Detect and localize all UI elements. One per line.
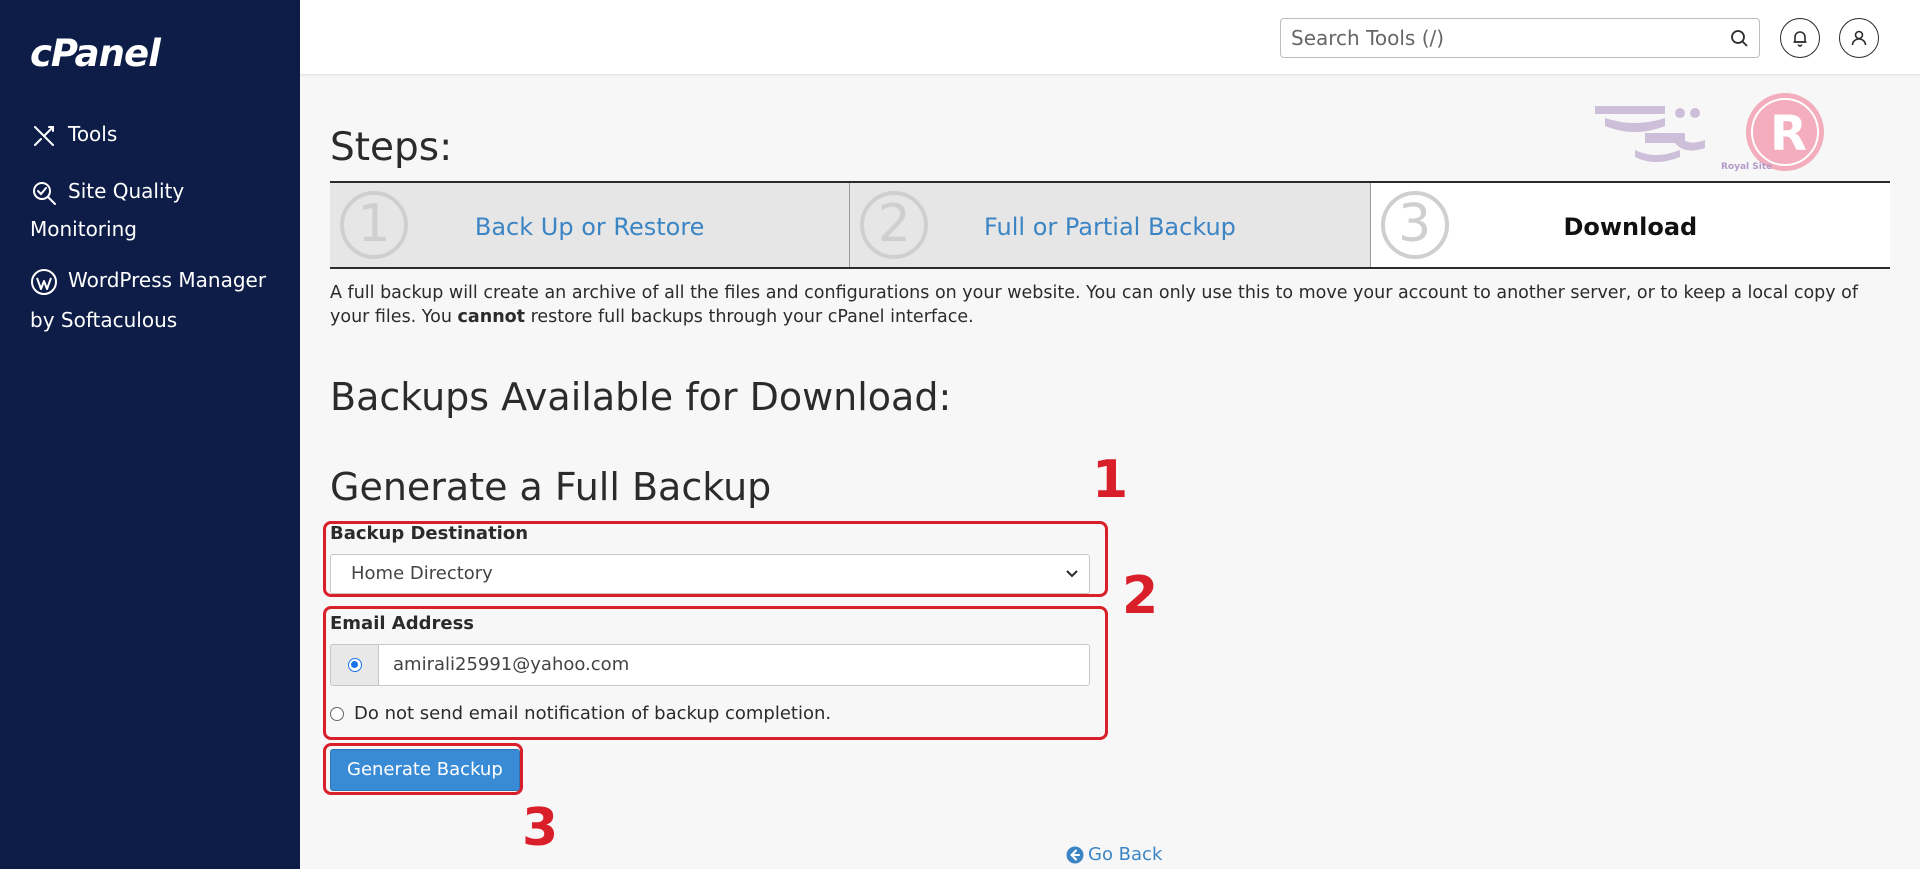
sidebar-item-label: Tools [68,122,118,146]
svg-text:R: R [1770,106,1807,162]
top-bar [300,0,1920,75]
description-bold: cannot [457,307,526,327]
watermark-text: Royal Site [1721,162,1772,172]
step-2[interactable]: 2 Full or Partial Backup [850,183,1371,267]
generate-backup-heading: Generate a Full Backup [330,465,772,509]
description-text: restore full backups through your cPanel… [525,307,974,327]
annotation-box-destination [323,521,1108,597]
sidebar-item-label-line2[interactable]: Monitoring [30,211,137,248]
step-label[interactable]: Back Up or Restore [330,213,849,241]
step-1[interactable]: 1 Back Up or Restore [330,183,851,267]
notifications-button[interactable] [1780,18,1820,58]
tools-icon [30,122,58,150]
step-label: Download [1563,213,1698,241]
sidebar-item-site-quality[interactable]: Site Quality [30,173,184,210]
user-menu-button[interactable] [1839,18,1879,58]
go-back-label[interactable]: Go Back [1088,844,1162,865]
bell-icon [1793,31,1807,47]
cpanel-logo[interactable]: cPanel [30,32,161,75]
sidebar-item-tools[interactable]: Tools [30,116,117,153]
sidebar-item-label-line2[interactable]: by Softaculous [30,302,177,339]
step-label[interactable]: Full or Partial Backup [850,213,1369,241]
search-icon[interactable] [1729,28,1749,48]
full-backup-description: A full backup will create an archive of … [330,281,1890,329]
go-back-link[interactable]: Go Back [1066,844,1162,865]
sidebar-item-label: Site Quality [68,179,185,203]
arrow-left-circle-icon [1066,846,1084,863]
site-quality-icon [30,179,58,207]
sidebar-item-wordpress[interactable]: WordPress Manager [30,262,266,299]
steps-title: Steps: [330,125,453,170]
sidebar: cPanel Tools Site Quality Monitoring Wor… [0,0,300,869]
search-input[interactable] [1281,19,1701,57]
backups-available-heading: Backups Available for Download: [330,375,952,419]
annotation-number-1: 1 [1092,450,1129,510]
steps-bar: 1 Back Up or Restore 2 Full or Partial B… [330,181,1890,269]
search-box[interactable] [1280,18,1760,58]
annotation-box-button [323,743,523,795]
annotation-number-2: 2 [1122,566,1159,626]
user-icon [1851,30,1867,46]
annotation-number-3: 3 [522,798,559,858]
wordpress-icon [30,268,58,296]
sidebar-item-label: WordPress Manager [68,268,267,292]
royal-site-watermark: R Royal Site [1585,88,1830,178]
annotation-box-email [323,606,1108,740]
step-3: 3 Download [1370,183,1890,267]
